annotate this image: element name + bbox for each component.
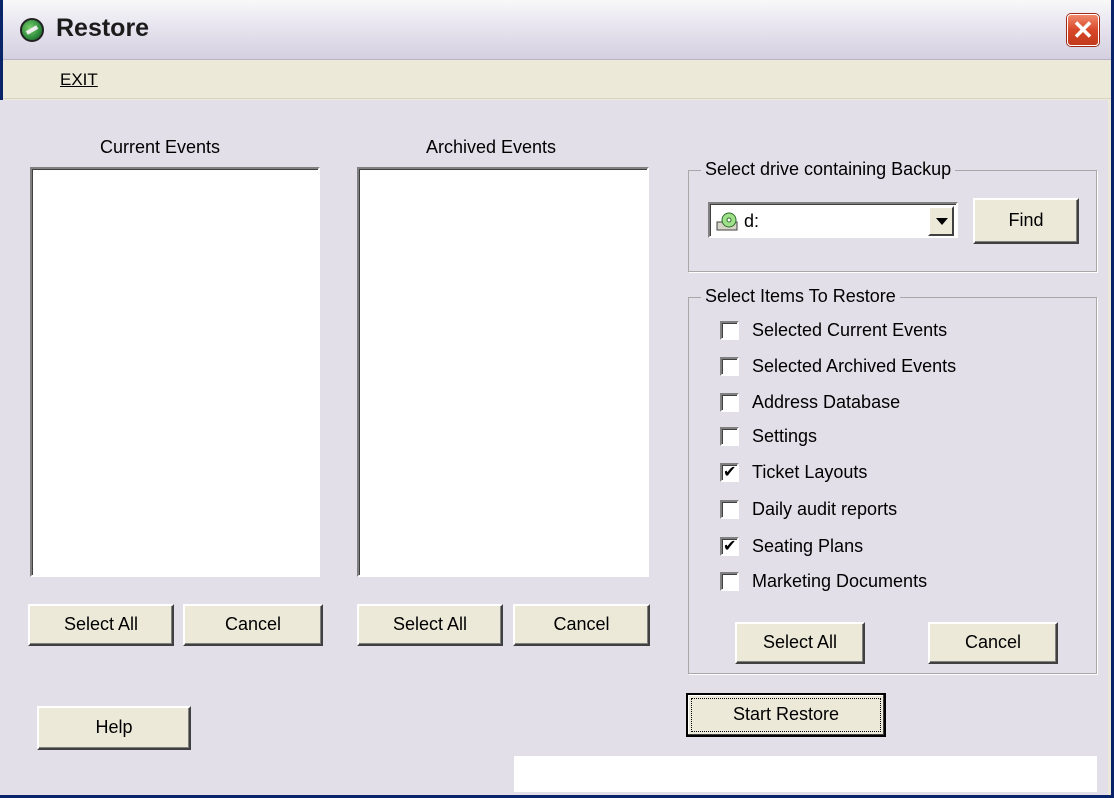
archived-select-all-button[interactable]: Select All xyxy=(357,604,503,646)
checkbox[interactable] xyxy=(720,392,739,412)
checkbox[interactable] xyxy=(720,320,739,340)
checkbox[interactable] xyxy=(720,571,739,591)
checkbox-label: Seating Plans xyxy=(752,535,864,556)
status-bar xyxy=(514,756,1097,792)
checkbox[interactable] xyxy=(720,536,739,556)
checkbox-label: Selected Current Events xyxy=(752,319,948,340)
title-bar[interactable]: Restore ✕ xyxy=(3,0,1111,60)
checkbox-label: Marketing Documents xyxy=(752,570,928,591)
checkbox[interactable] xyxy=(720,356,739,376)
checkbox-label: Address Database xyxy=(752,391,901,412)
restore-item-seating-plans[interactable]: Seating Plans xyxy=(720,534,863,558)
checkbox-label: Selected Archived Events xyxy=(752,355,957,376)
restore-item-settings[interactable]: Settings xyxy=(720,424,817,448)
restore-item-marketing-documents[interactable]: Marketing Documents xyxy=(720,569,927,593)
restore-cancel-button[interactable]: Cancel xyxy=(928,622,1058,664)
checkbox[interactable] xyxy=(720,462,739,482)
chevron-down-icon[interactable] xyxy=(928,206,954,236)
window-title: Restore xyxy=(56,14,150,42)
app-globe-icon xyxy=(20,18,44,42)
restore-item-selected-archived-events[interactable]: Selected Archived Events xyxy=(720,354,956,378)
archived-events-label: Archived Events xyxy=(426,137,557,157)
cd-drive-icon xyxy=(716,212,738,231)
find-button[interactable]: Find xyxy=(973,198,1079,244)
current-events-label: Current Events xyxy=(100,137,221,157)
restore-select-all-button[interactable]: Select All xyxy=(735,622,865,664)
restore-item-daily-audit-reports[interactable]: Daily audit reports xyxy=(720,497,897,521)
start-restore-button[interactable]: Start Restore xyxy=(686,693,886,737)
current-select-all-button[interactable]: Select All xyxy=(28,604,174,646)
menu-exit-label: EXIT xyxy=(60,70,98,89)
menu-exit[interactable]: EXIT xyxy=(60,70,98,90)
archived-cancel-button[interactable]: Cancel xyxy=(513,604,650,646)
archived-events-list[interactable] xyxy=(357,167,649,577)
restore-item-selected-current-events[interactable]: Selected Current Events xyxy=(720,318,947,342)
checkbox-label: Daily audit reports xyxy=(752,498,898,519)
checkbox-label: Ticket Layouts xyxy=(752,461,868,482)
close-button[interactable]: ✕ xyxy=(1067,14,1099,46)
menu-bar: EXIT xyxy=(3,61,1111,99)
restore-items-group-title: Select Items To Restore xyxy=(701,286,900,307)
help-button[interactable]: Help xyxy=(37,706,191,750)
restore-item-address-database[interactable]: Address Database xyxy=(720,390,900,414)
checkbox[interactable] xyxy=(720,499,739,519)
backup-drive-group-title: Select drive containing Backup xyxy=(701,159,956,180)
current-cancel-button[interactable]: Cancel xyxy=(183,604,323,646)
drive-select[interactable]: d: xyxy=(708,202,958,238)
current-events-list[interactable] xyxy=(30,167,320,577)
drive-select-value: d: xyxy=(744,211,760,231)
restore-item-ticket-layouts[interactable]: Ticket Layouts xyxy=(720,460,867,484)
checkbox-label: Settings xyxy=(752,425,818,446)
checkbox[interactable] xyxy=(720,426,739,446)
